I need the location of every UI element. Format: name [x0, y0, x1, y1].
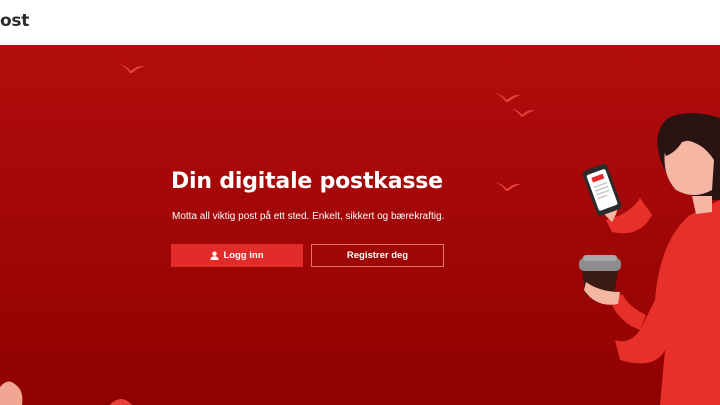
bird-icon [495, 182, 521, 191]
decorative-shape [109, 399, 133, 405]
hero-title: Din digitale postkasse [171, 169, 443, 194]
bird-icon [119, 64, 145, 73]
brand-logo[interactable]: ost [0, 11, 29, 31]
hero-subtitle: Motta all viktig post på ett sted. Enkel… [172, 211, 445, 222]
decorative-shape [0, 381, 23, 405]
register-button-label: Registrer deg [346, 250, 409, 261]
register-button[interactable]: Registrer deg [311, 244, 444, 267]
login-button-label: Logg inn [223, 250, 264, 261]
hero-section: Din digitale postkasse Motta all viktig … [0, 45, 720, 405]
site-header: ost [0, 0, 720, 45]
user-icon [210, 251, 219, 260]
person-illustration [579, 113, 720, 405]
bird-icon [510, 108, 536, 117]
login-button[interactable]: Logg inn [171, 244, 303, 267]
bird-icon [495, 93, 521, 102]
